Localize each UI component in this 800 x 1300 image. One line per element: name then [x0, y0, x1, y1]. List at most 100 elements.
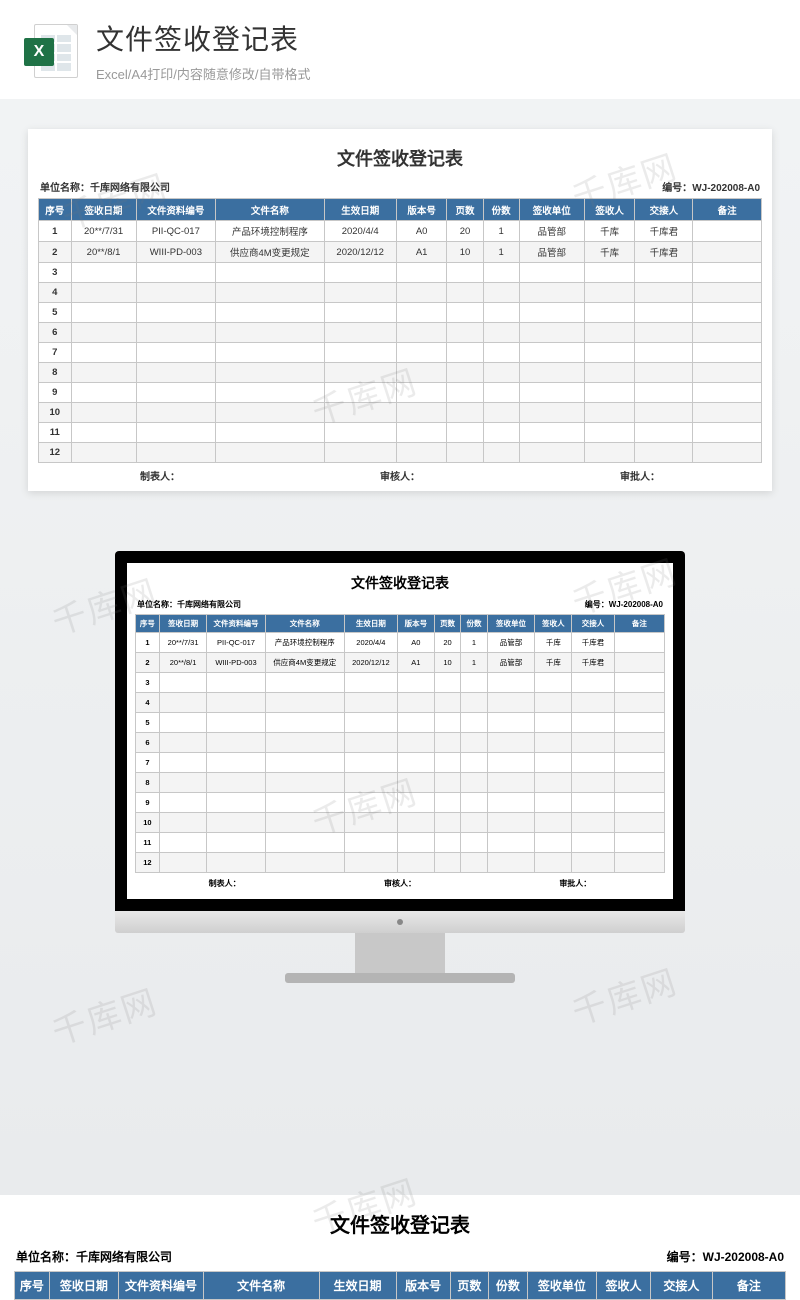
table-cell [447, 323, 483, 343]
table-cell [159, 773, 207, 793]
table-cell: 千库 [535, 633, 572, 653]
table-cell [159, 693, 207, 713]
footer-maker: 制表人： [137, 878, 312, 889]
table-cell: 11 [136, 833, 160, 853]
table-cell: 1 [461, 633, 487, 653]
table-cell [487, 773, 535, 793]
table-cell [447, 263, 483, 283]
table-cell [614, 813, 664, 833]
table-cell [265, 733, 344, 753]
table-cell [344, 713, 397, 733]
monitor-screen: 文件签收登记表 单位名称：千库网络有限公司 编号：WJ-202008-A0 序号… [115, 551, 685, 911]
code-value: WJ-202008-A0 [609, 600, 663, 609]
column-header: 版本号 [396, 1272, 450, 1300]
table-cell: 10 [136, 813, 160, 833]
table-cell [572, 793, 614, 813]
monitor-foot [285, 973, 515, 983]
table-cell [487, 693, 535, 713]
table-cell [159, 673, 207, 693]
unit-label: 单位名称： [137, 600, 177, 609]
table-cell [71, 343, 136, 363]
sheet-meta: 单位名称：千库网络有限公司 编号：WJ-202008-A0 [135, 599, 665, 614]
table-cell [584, 383, 635, 403]
table-cell: 1 [483, 221, 519, 242]
table-cell [397, 813, 434, 833]
table-cell [483, 383, 519, 403]
table-cell [265, 793, 344, 813]
table-cell [693, 283, 762, 303]
column-header: 签收日期 [71, 199, 136, 221]
column-header: 份数 [461, 615, 487, 633]
monitor-bezel [115, 911, 685, 933]
table-row: 7 [136, 753, 665, 773]
table-cell [572, 673, 614, 693]
table-cell [519, 363, 584, 383]
column-header: 文件名称 [216, 199, 324, 221]
table-cell: 品管部 [487, 633, 535, 653]
table-cell [265, 753, 344, 773]
table-cell: WIII-PD-003 [136, 242, 216, 263]
table-cell [572, 773, 614, 793]
table-cell: 20**/8/1 [71, 242, 136, 263]
table-cell [207, 753, 265, 773]
table-cell: 2020/4/4 [344, 633, 397, 653]
table-cell: 4 [39, 283, 72, 303]
table-cell: PII-QC-017 [136, 221, 216, 242]
table-cell [434, 733, 460, 753]
page-subtitle: Excel/A4打印/内容随意修改/自带格式 [96, 64, 776, 83]
table-cell [487, 793, 535, 813]
table-cell [434, 853, 460, 873]
code-value: WJ-202008-A0 [692, 183, 760, 194]
table-cell [519, 423, 584, 443]
table-cell [519, 383, 584, 403]
column-header: 版本号 [396, 199, 447, 221]
table-cell [265, 853, 344, 873]
table-cell [487, 813, 535, 833]
table-row: 11 [136, 833, 665, 853]
table-cell [136, 323, 216, 343]
table-cell [71, 323, 136, 343]
table-cell [447, 403, 483, 423]
table-cell [344, 853, 397, 873]
table-cell [396, 443, 447, 463]
table-cell [635, 263, 693, 283]
table-cell: 品管部 [519, 221, 584, 242]
table-cell [693, 323, 762, 343]
table-row: 6 [39, 323, 762, 343]
table-cell [535, 673, 572, 693]
table-cell [519, 283, 584, 303]
table-cell [635, 323, 693, 343]
bottom-preview-strip: 文件签收登记表 单位名称：千库网络有限公司 编号：WJ-202008-A0 序号… [0, 1195, 800, 1300]
table-cell [397, 793, 434, 813]
table-cell [461, 833, 487, 853]
table-row: 120**/7/31PII-QC-017产品环境控制程序2020/4/4A020… [39, 221, 762, 242]
table-cell [397, 773, 434, 793]
table-cell: A1 [396, 242, 447, 263]
table-cell: PII-QC-017 [207, 633, 265, 653]
table-cell [487, 673, 535, 693]
table-cell [693, 363, 762, 383]
table-cell [396, 263, 447, 283]
table-cell [693, 343, 762, 363]
table-cell [614, 753, 664, 773]
table-cell: 8 [136, 773, 160, 793]
table-row: 4 [136, 693, 665, 713]
table-cell [487, 753, 535, 773]
table-cell: 4 [136, 693, 160, 713]
table-cell [71, 363, 136, 383]
sheet-footer: 制表人： 审核人： 审批人： [38, 463, 762, 485]
column-header: 生效日期 [319, 1272, 396, 1300]
column-header: 份数 [489, 1272, 528, 1300]
table-cell [396, 303, 447, 323]
column-header: 页数 [450, 1272, 489, 1300]
table-cell [159, 833, 207, 853]
table-cell: WIII-PD-003 [207, 653, 265, 673]
table-cell [447, 443, 483, 463]
table-cell [572, 713, 614, 733]
table-cell [216, 383, 324, 403]
table-cell: 产品环境控制程序 [265, 633, 344, 653]
footer-approver: 审批人： [520, 468, 760, 483]
table-cell [614, 793, 664, 813]
table-cell [216, 303, 324, 323]
table-cell [487, 733, 535, 753]
